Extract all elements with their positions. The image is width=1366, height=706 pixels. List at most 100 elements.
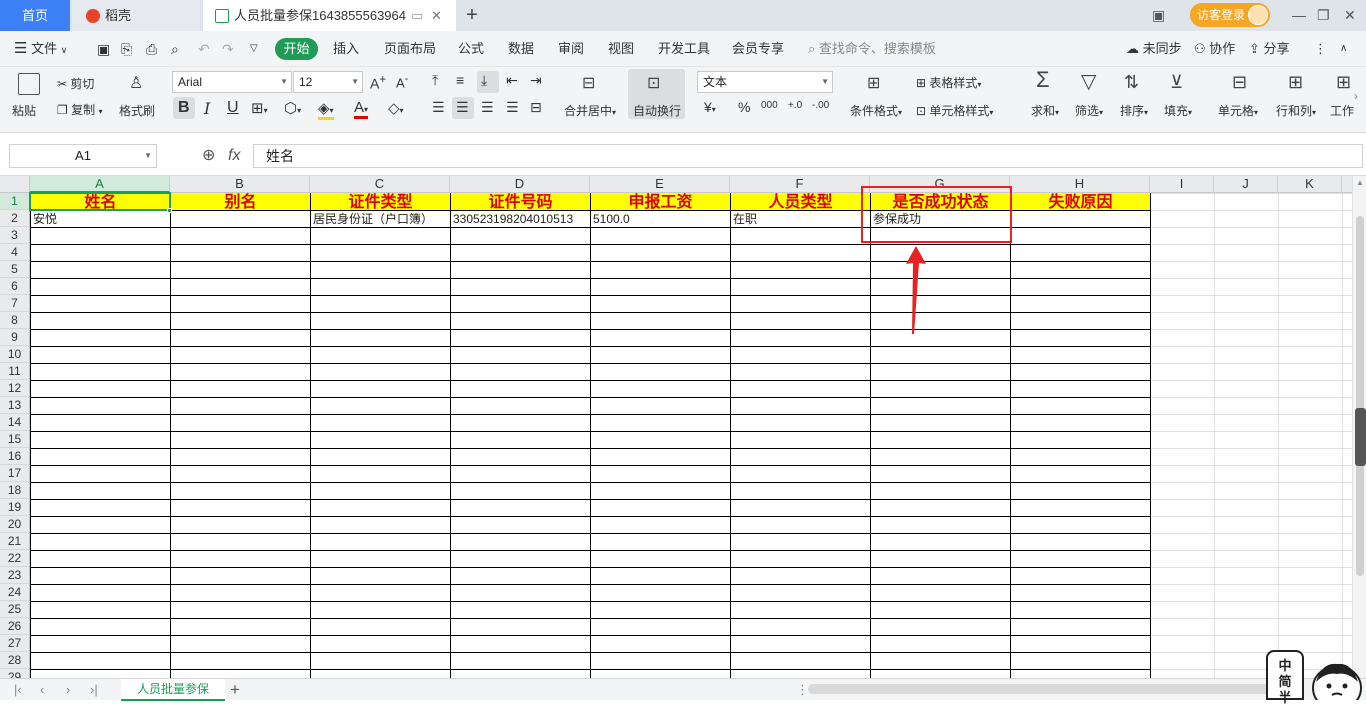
export-icon[interactable]: ⎘	[121, 31, 132, 67]
prev-sheet-icon[interactable]: ‹	[40, 679, 44, 701]
row-header-6[interactable]: 6	[0, 278, 30, 295]
formula-input[interactable]: 姓名	[253, 144, 1363, 168]
row-header-28[interactable]: 28	[0, 652, 30, 669]
new-tab-button[interactable]: +	[460, 0, 484, 31]
row-header-12[interactable]: 12	[0, 380, 30, 397]
menu-tab-review[interactable]: 审阅	[558, 31, 584, 67]
indent-increase-icon[interactable]: ⇥	[530, 72, 542, 89]
cell-b2[interactable]	[170, 211, 310, 228]
row-header-22[interactable]: 22	[0, 550, 30, 567]
copy-button[interactable]: ❐ 复制 ▾	[57, 101, 102, 118]
row-header-16[interactable]: 16	[0, 448, 30, 465]
share-button[interactable]: ⇪ 分享	[1249, 31, 1290, 67]
font-shrink-icon[interactable]: A-	[396, 73, 408, 90]
table-style-button[interactable]: ⊞ 表格样式▾	[916, 74, 981, 91]
ime-status-widget[interactable]: 中 简 半	[1266, 650, 1366, 705]
sum-button[interactable]: 求和▾	[1031, 102, 1059, 119]
close-tab-icon[interactable]: ✕	[431, 0, 442, 31]
last-sheet-icon[interactable]: ›|	[90, 679, 98, 701]
collaborate-button[interactable]: ⚇ 协作	[1194, 31, 1235, 67]
row-col-button[interactable]: 行和列▾	[1276, 102, 1316, 119]
clear-format-icon[interactable]: ◇▾	[388, 99, 404, 117]
column-header-h[interactable]: H	[1010, 176, 1150, 193]
redo-icon[interactable]: ↷	[222, 31, 234, 67]
column-header-l[interactable]	[1342, 176, 1352, 193]
header-cell-alias[interactable]: 别名	[171, 193, 310, 210]
fx-icon[interactable]: fx	[228, 144, 240, 168]
menu-tab-page-layout[interactable]: 页面布局	[384, 31, 436, 67]
first-sheet-icon[interactable]: |‹	[14, 679, 22, 701]
column-header-b[interactable]: B	[170, 176, 310, 193]
cell-c2[interactable]: 居民身份证（户口簿）	[310, 211, 450, 228]
scroll-handle-grip[interactable]	[1355, 408, 1366, 466]
row-header-21[interactable]: 21	[0, 533, 30, 550]
row-header-3[interactable]: 3	[0, 227, 30, 244]
paste-button[interactable]: 粘贴	[12, 102, 36, 119]
row-header-19[interactable]: 19	[0, 499, 30, 516]
decimal-increase-button[interactable]: +.0	[788, 100, 802, 111]
row-header-26[interactable]: 26	[0, 618, 30, 635]
row-header-4[interactable]: 4	[0, 244, 30, 261]
bold-button[interactable]: B	[178, 99, 190, 117]
ribbon-scroll-right-icon[interactable]: ›	[1354, 89, 1358, 103]
row-header-13[interactable]: 13	[0, 397, 30, 414]
add-sheet-button[interactable]: +	[230, 679, 240, 701]
horizontal-scrollbar[interactable]	[808, 684, 1288, 694]
menu-tab-view[interactable]: 视图	[608, 31, 634, 67]
row-header-29[interactable]: 29	[0, 669, 30, 678]
scroll-up-icon[interactable]: ▲	[1356, 178, 1364, 187]
row-header-1[interactable]: 1	[0, 193, 30, 210]
sheet-tab-active[interactable]: 人员批量参保	[121, 679, 225, 701]
wrap-text-button[interactable]: 自动换行	[633, 102, 681, 119]
column-header-a[interactable]: A	[30, 176, 170, 193]
merge-center-button[interactable]: 合并居中▾	[564, 102, 616, 119]
column-header-k[interactable]: K	[1278, 176, 1342, 193]
guest-login-button[interactable]: 访客登录	[1190, 3, 1270, 27]
column-header-i[interactable]: I	[1150, 176, 1214, 193]
sort-button[interactable]: 排序▾	[1120, 102, 1148, 119]
row-header-8[interactable]: 8	[0, 312, 30, 329]
collapse-ribbon-icon[interactable]: ∧	[1340, 31, 1347, 67]
cell-e2[interactable]: 5100.0	[590, 211, 730, 228]
align-middle-icon[interactable]: ≡	[456, 72, 464, 88]
shape-fill-icon[interactable]: ⬡▾	[284, 99, 301, 117]
print-icon[interactable]: ⎙	[146, 31, 157, 67]
tab-docer[interactable]: 稻壳	[72, 0, 200, 31]
menu-tab-home[interactable]: 开始	[275, 38, 318, 60]
row-header-24[interactable]: 24	[0, 584, 30, 601]
indent-decrease-icon[interactable]: ⇤	[506, 72, 518, 89]
column-header-c[interactable]: C	[310, 176, 450, 193]
menu-tab-member[interactable]: 会员专享	[732, 31, 784, 67]
sync-status[interactable]: ☁ 未同步	[1126, 31, 1182, 67]
row-header-5[interactable]: 5	[0, 261, 30, 278]
spreadsheet-grid[interactable]: A B C D E F G H I J K 1 2 3 4 5 6 7 8 9 10 11 12 13 1…	[0, 176, 1352, 678]
align-right-icon[interactable]: ☰	[481, 99, 494, 116]
fill-color-icon[interactable]: ◈▾	[318, 99, 334, 120]
window-layout-icon[interactable]: ▣	[1152, 0, 1165, 31]
row-header-10[interactable]: 10	[0, 346, 30, 363]
file-menu[interactable]: ☰ 文件 ∨	[14, 31, 67, 67]
row-header-25[interactable]: 25	[0, 601, 30, 618]
restore-icon[interactable]: ❐	[1317, 0, 1330, 31]
next-sheet-icon[interactable]: ›	[66, 679, 70, 701]
align-top-icon[interactable]: ⤒	[432, 72, 438, 89]
vertical-scrollbar[interactable]: ▲	[1352, 176, 1366, 678]
italic-button[interactable]: I	[204, 99, 210, 118]
conditional-format-button[interactable]: 条件格式▾	[850, 102, 902, 119]
cut-button[interactable]: ✂ 剪切	[57, 75, 94, 92]
header-cell-id-number[interactable]: 证件号码	[451, 193, 590, 210]
font-grow-icon[interactable]: A+	[370, 73, 386, 92]
column-header-e[interactable]: E	[590, 176, 730, 193]
header-cell-person-type[interactable]: 人员类型	[731, 193, 870, 210]
column-header-f[interactable]: F	[730, 176, 870, 193]
paste-icon[interactable]	[18, 73, 40, 95]
percent-button[interactable]: %	[738, 99, 750, 115]
decimal-decrease-button[interactable]: -.00	[812, 100, 829, 111]
distribute-icon[interactable]: ⊟	[530, 99, 542, 116]
command-search[interactable]: ⌕ 查找命令、搜索模板	[808, 31, 936, 67]
select-all-corner[interactable]	[0, 176, 30, 193]
cell-f2[interactable]: 在职	[730, 211, 870, 228]
undo-icon[interactable]: ↶	[198, 31, 210, 67]
row-header-18[interactable]: 18	[0, 482, 30, 499]
fill-handle[interactable]	[167, 208, 172, 213]
